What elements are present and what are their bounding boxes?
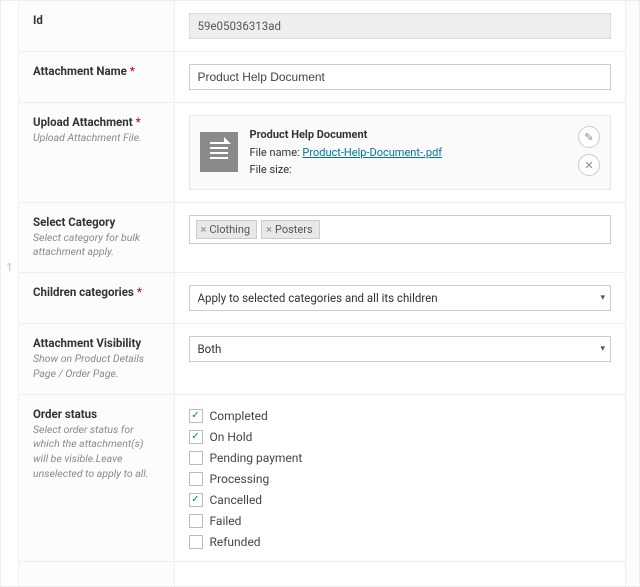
- required-marker: *: [136, 115, 141, 129]
- visibility-select[interactable]: Both: [189, 336, 612, 362]
- checkbox-unchecked[interactable]: [189, 472, 203, 486]
- category-tag-input[interactable]: × Clothing× Posters: [189, 215, 612, 244]
- order-status-option[interactable]: Failed: [189, 514, 612, 528]
- order-status-option[interactable]: Cancelled: [189, 493, 612, 507]
- edit-attachment-button[interactable]: ✎: [578, 126, 600, 148]
- tag-remove-icon: ×: [266, 223, 272, 236]
- order-status-option[interactable]: On Hold: [189, 430, 612, 444]
- attachment-name-input[interactable]: [189, 64, 612, 90]
- file-size-label: File size:: [250, 163, 292, 176]
- checkbox-checked[interactable]: [189, 409, 203, 423]
- attachment-name-label: Attachment Name: [33, 64, 127, 78]
- form-panel: 1 Id 59e05036313ad Attachment Name * Upl…: [0, 0, 640, 587]
- category-label: Select Category: [33, 215, 160, 229]
- order-status-label: Order status: [33, 407, 160, 421]
- category-tag[interactable]: × Posters: [261, 220, 320, 239]
- checkbox-checked[interactable]: [189, 493, 203, 507]
- children-label: Children categories: [33, 285, 134, 299]
- order-status-option[interactable]: Completed: [189, 409, 612, 423]
- order-status-option[interactable]: Pending payment: [189, 451, 612, 465]
- form-table: Id 59e05036313ad Attachment Name * Uploa…: [19, 1, 625, 586]
- order-status-option-label: Refunded: [210, 535, 261, 549]
- close-icon: ✕: [584, 159, 593, 172]
- tag-remove-icon: ×: [201, 223, 207, 236]
- right-gutter: [625, 1, 639, 586]
- attachment-info: Product Help Document File name: Product…: [250, 126, 443, 179]
- order-status-option[interactable]: Processing: [189, 472, 612, 486]
- document-icon: [200, 132, 238, 172]
- upload-desc: Upload Attachment File.: [33, 131, 160, 146]
- row-index-gutter: 1: [1, 1, 19, 586]
- order-status-option-label: On Hold: [210, 430, 253, 444]
- category-desc: Select category for bulk attachment appl…: [33, 231, 160, 260]
- file-name-link[interactable]: Product-Help-Document-.pdf: [302, 146, 442, 159]
- attachment-title: Product Help Document: [250, 126, 443, 144]
- order-status-option-label: Pending payment: [210, 451, 303, 465]
- attachment-file-box: Product Help Document File name: Product…: [189, 115, 612, 190]
- visibility-label: Attachment Visibility: [33, 336, 160, 350]
- id-value: 59e05036313ad: [189, 13, 612, 39]
- order-status-desc: Select order status for which the attach…: [33, 423, 160, 482]
- order-status-option-label: Processing: [210, 472, 270, 486]
- order-status-option[interactable]: Refunded: [189, 535, 612, 549]
- file-name-label: File name:: [250, 146, 303, 159]
- order-status-checklist: Completed On Hold Pending payment Processin…: [189, 407, 612, 549]
- required-marker: *: [130, 64, 135, 78]
- visibility-desc: Show on Product Details Page / Order Pag…: [33, 352, 160, 381]
- remove-attachment-button[interactable]: ✕: [578, 154, 600, 176]
- order-status-option-label: Cancelled: [210, 493, 263, 507]
- order-status-option-label: Completed: [210, 409, 268, 423]
- checkbox-unchecked[interactable]: [189, 535, 203, 549]
- id-label: Id: [33, 13, 160, 27]
- checkbox-unchecked[interactable]: [189, 514, 203, 528]
- children-categories-select[interactable]: Apply to selected categories and all its…: [189, 285, 612, 311]
- checkbox-unchecked[interactable]: [189, 451, 203, 465]
- upload-label: Upload Attachment: [33, 115, 133, 129]
- pencil-icon: ✎: [584, 131, 593, 144]
- checkbox-checked[interactable]: [189, 430, 203, 444]
- required-marker: *: [137, 285, 142, 299]
- row-index: 1: [6, 261, 12, 274]
- category-tag[interactable]: × Clothing: [196, 220, 258, 239]
- order-status-option-label: Failed: [210, 514, 242, 528]
